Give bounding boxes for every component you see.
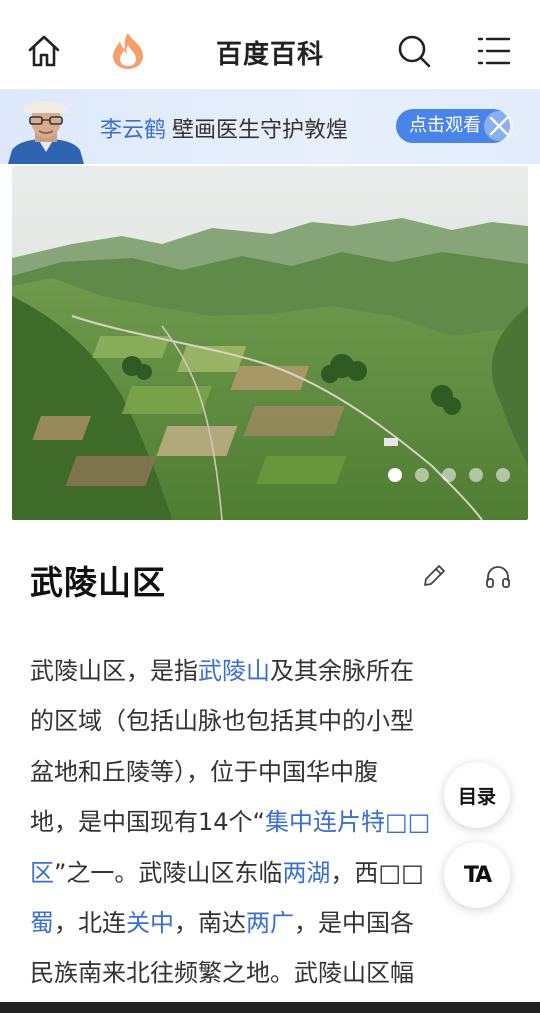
valley-landscape-image <box>12 166 528 520</box>
article-line: 的区域（包括山脉也包括其中的小型 <box>30 696 506 746</box>
font-size-button[interactable]: TA <box>444 842 510 908</box>
article-title: 武陵山区 <box>30 563 166 602</box>
navigation-bar-edge <box>0 1002 540 1013</box>
banner-text: 李云鹤 壁画医生守护敦煌 <box>100 112 348 144</box>
article-summary: 武陵山区，是指武陵山及其余脉所在的区域（包括山脉也包括其中的小型 盆地和丘陵等），… <box>30 646 506 999</box>
article-text: 武陵山区，是指 <box>30 657 198 685</box>
edit-icon[interactable] <box>420 562 448 594</box>
menu-icon[interactable] <box>464 12 524 90</box>
article-link[interactable]: 蜀 <box>30 909 54 937</box>
promo-banner[interactable]: 李云鹤 壁画医生守护敦煌 点击观看 <box>0 90 540 164</box>
baike-logo-icon[interactable] <box>98 12 158 90</box>
article-link[interactable]: 区 <box>30 859 54 887</box>
carousel-dot[interactable] <box>415 468 429 482</box>
article-link[interactable]: 两广 <box>246 909 294 937</box>
article-link[interactable]: 两湖 <box>282 859 330 887</box>
carousel-dot[interactable] <box>496 468 510 482</box>
carousel-dot[interactable] <box>442 468 456 482</box>
carousel-indicator[interactable] <box>388 468 510 482</box>
page-title: 百度百科 <box>215 40 324 70</box>
close-icon[interactable] <box>484 111 514 145</box>
article-line: 武陵山区，是指武陵山及其余脉所在 <box>30 646 506 696</box>
article-text: ，西□□ <box>330 858 424 887</box>
article-line: 盆地和丘陵等），位于中国华中腹 <box>30 747 506 797</box>
table-of-contents-button[interactable]: 目录 <box>444 762 510 828</box>
article-link[interactable]: 关中 <box>126 909 174 937</box>
hero-image-carousel[interactable] <box>12 166 528 520</box>
article-text: ，北连 <box>54 908 126 937</box>
avatar <box>8 94 84 164</box>
article-text: ，是中国各 <box>294 908 414 937</box>
article-text: 民族南来北往频繁之地。武陵山区幅 <box>30 959 414 988</box>
article-line: 民族南来北往频繁之地。武陵山区幅 <box>30 948 506 998</box>
banner-caption: 壁画医生守护敦煌 <box>172 118 349 143</box>
status-bar <box>0 0 540 12</box>
article-line: 蜀，北连关中，南达两广，是中国各 <box>30 898 506 948</box>
article-text: 盆地和丘陵等），位于中国华中腹 <box>30 757 378 786</box>
article-link[interactable]: 集中连片特□□ <box>265 808 430 836</box>
article-text: ，南达 <box>174 908 246 937</box>
banner-person-name: 李云鹤 <box>100 118 167 143</box>
article-line: 地，是中国现有14个“集中连片特□□ <box>30 797 506 847</box>
article-text: 及其余脉所在 <box>270 657 414 685</box>
search-icon[interactable] <box>384 12 444 90</box>
article-line: 区”之一。武陵山区东临两湖，西□□ <box>30 848 506 898</box>
home-icon[interactable] <box>14 12 74 90</box>
headphones-icon[interactable] <box>484 562 512 594</box>
top-navigation-bar: 百度百科 <box>0 12 540 90</box>
article-text: 地，是中国现有14个“ <box>30 808 265 837</box>
article-text: 的区域（包括山脉也包括其中的小型 <box>30 707 414 736</box>
carousel-dot[interactable] <box>469 468 483 482</box>
article-link[interactable]: 武陵山 <box>198 657 270 685</box>
article-text: ”之一。武陵山区东临 <box>54 858 283 887</box>
carousel-dot[interactable] <box>388 468 402 482</box>
